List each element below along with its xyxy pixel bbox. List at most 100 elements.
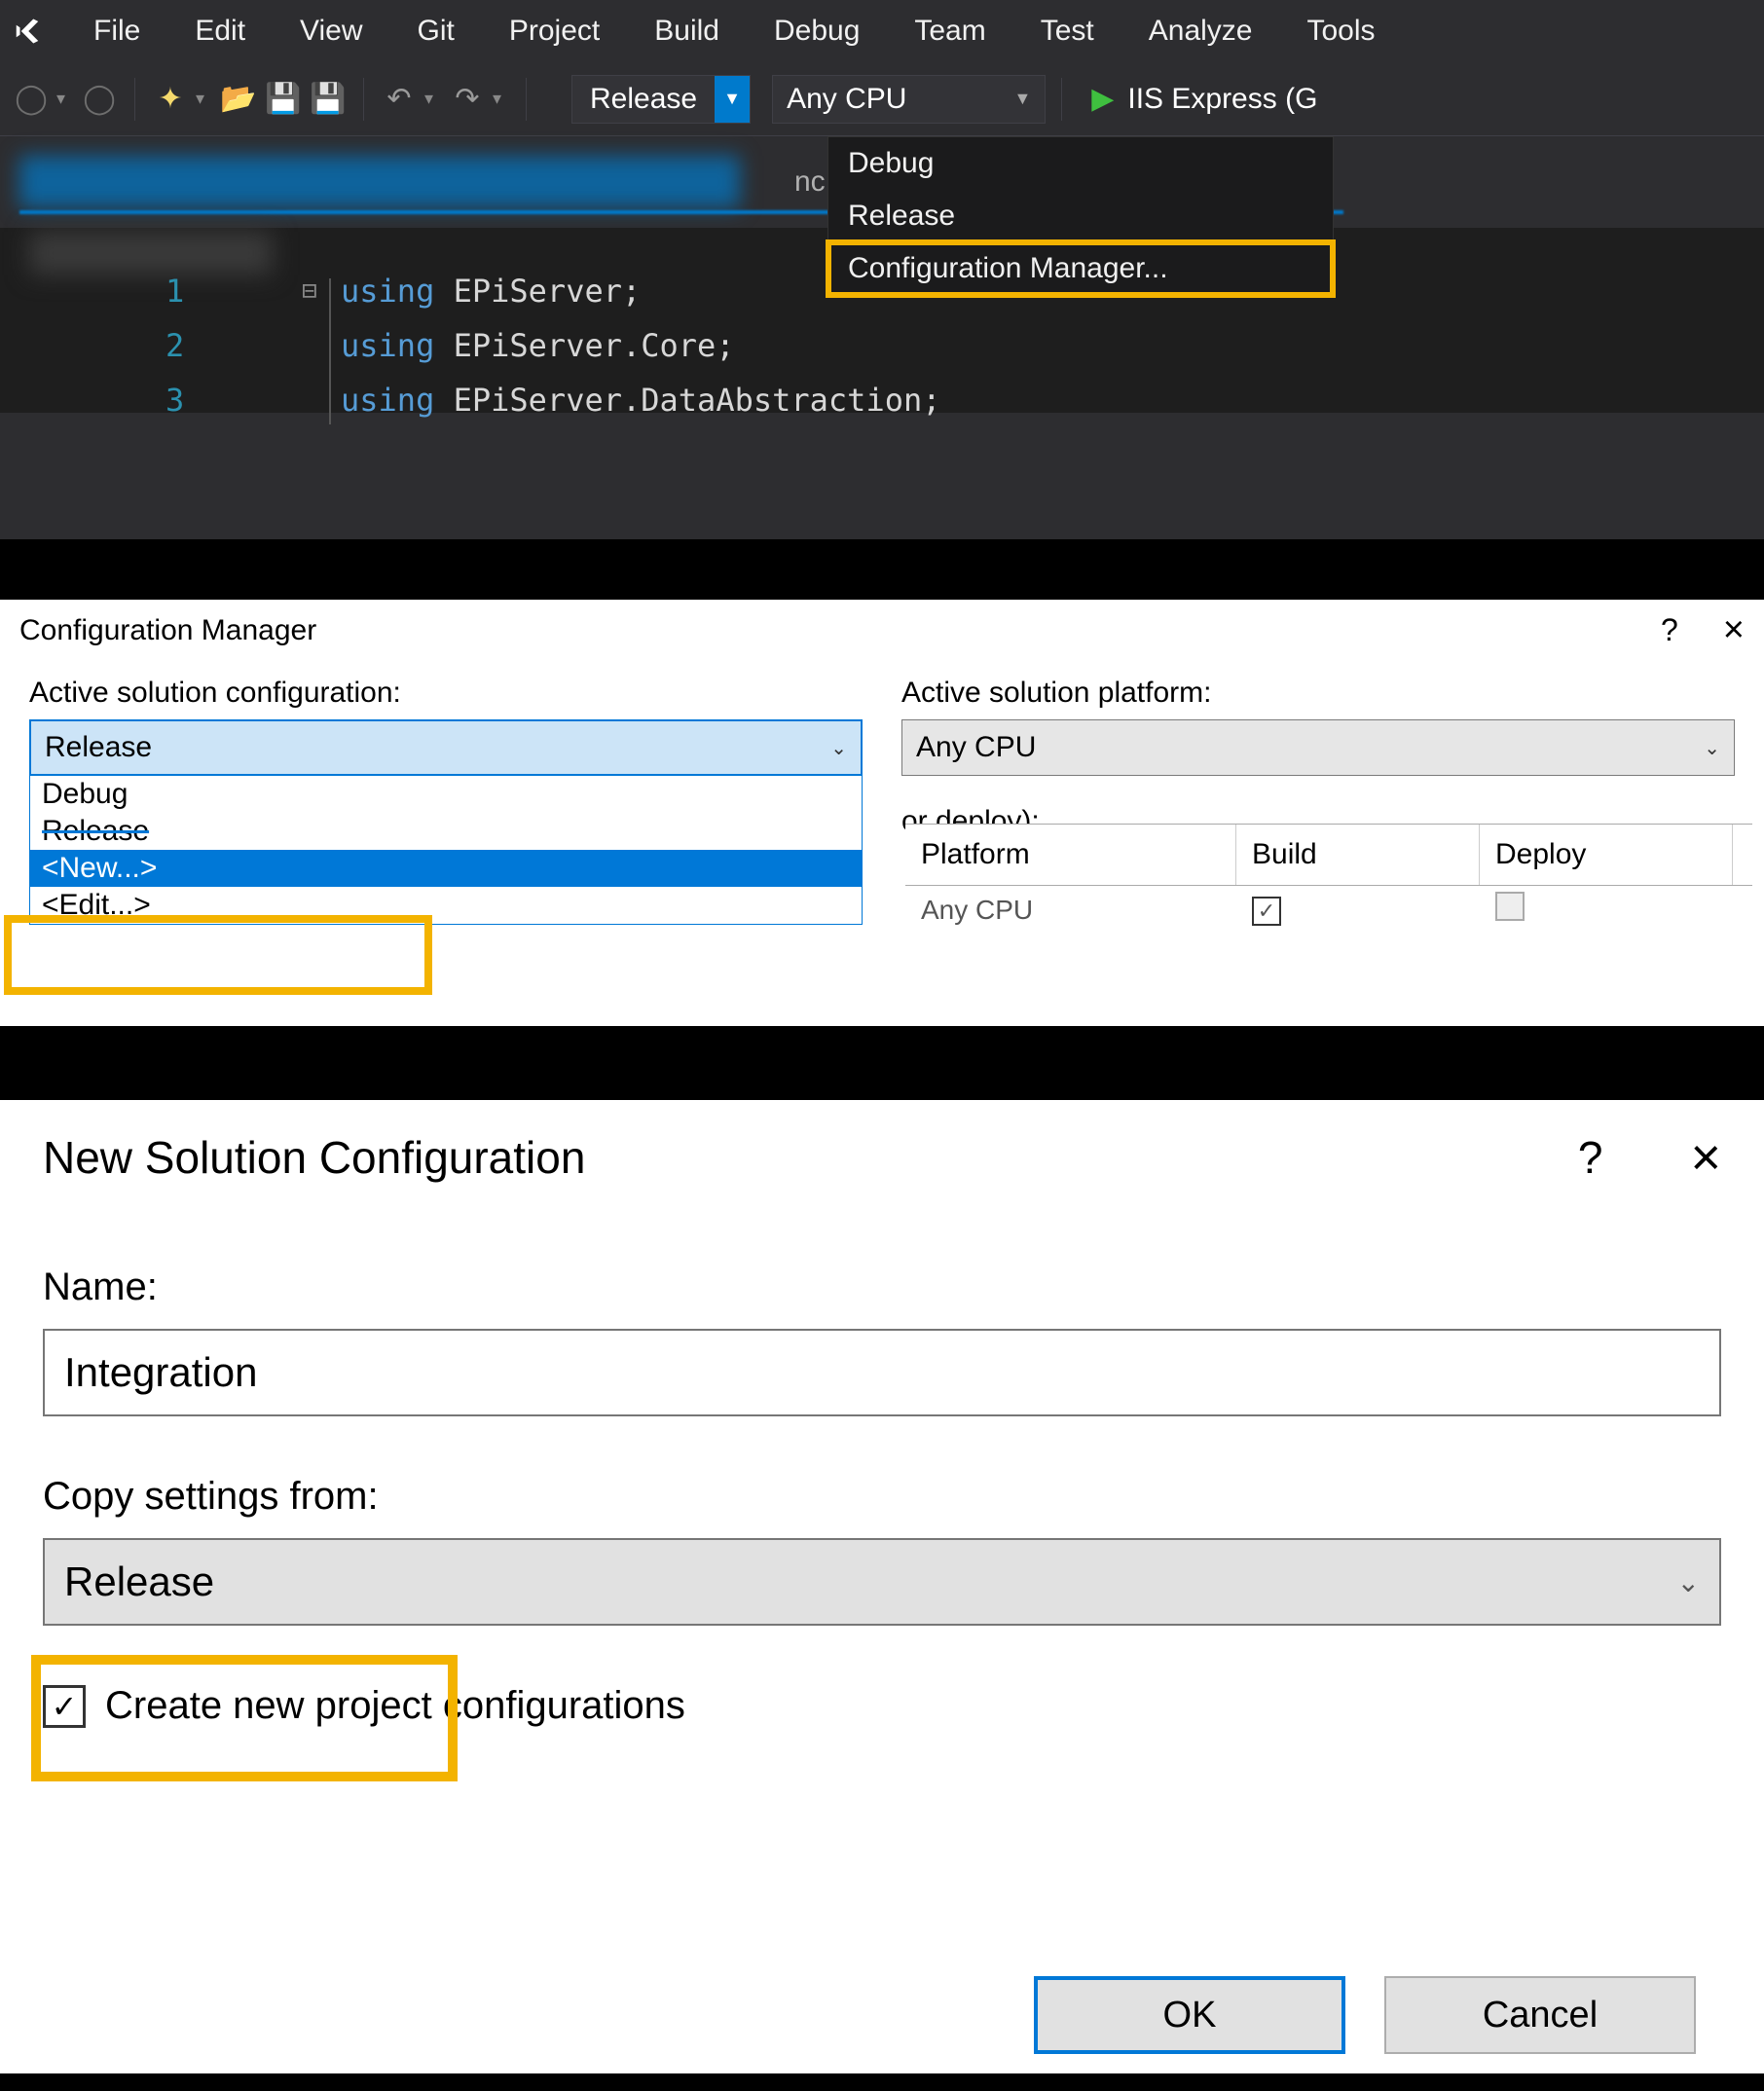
tab-fragment-text: nc xyxy=(794,165,826,199)
menu-analyze[interactable]: Analyze xyxy=(1121,7,1280,55)
name-label: Name: xyxy=(43,1266,1721,1309)
line-number: 3 xyxy=(165,382,184,436)
checkbox-checked-icon[interactable]: ✓ xyxy=(43,1685,86,1728)
vs-logo-icon xyxy=(8,12,47,51)
new-item-icon[interactable]: ✦ xyxy=(151,80,190,119)
undo-icon[interactable]: ↶ xyxy=(380,80,419,119)
code-line: using EPiServer.DataAbstraction; xyxy=(341,382,941,436)
grid-row: Any CPU ✓ xyxy=(905,886,1752,934)
menu-tools[interactable]: Tools xyxy=(1280,7,1403,55)
menu-debug[interactable]: Debug xyxy=(747,7,887,55)
code-line: using EPiServer.Core; xyxy=(341,327,941,382)
grid-cell-deploy[interactable] xyxy=(1480,886,1733,934)
menu-file[interactable]: File xyxy=(66,7,167,55)
active-config-value: Release xyxy=(45,731,152,764)
name-input[interactable] xyxy=(43,1329,1721,1416)
separator xyxy=(1061,78,1062,121)
config-list-item-new[interactable]: <New...> xyxy=(30,850,862,887)
chevron-down-icon[interactable]: ⌄ xyxy=(830,736,847,760)
separator xyxy=(134,78,135,121)
code-lines: using EPiServer; using EPiServer.Core; u… xyxy=(341,273,941,436)
solution-config-text: Release xyxy=(572,83,715,116)
save-icon[interactable]: 💾 xyxy=(264,80,303,119)
project-grid: Platform Build Deploy Any CPU ✓ xyxy=(905,824,1752,934)
menu-git[interactable]: Git xyxy=(390,7,482,55)
chevron-down-icon[interactable]: ▼ xyxy=(1013,89,1031,109)
solution-platform-text: Any CPU xyxy=(787,83,906,116)
run-target-text[interactable]: IIS Express (G xyxy=(1127,83,1317,116)
active-config-combo[interactable]: Release ⌄ xyxy=(29,719,863,776)
cancel-button[interactable]: Cancel xyxy=(1384,1976,1696,2054)
config-list-item-debug[interactable]: Debug xyxy=(30,776,862,813)
create-new-configs-label: Create new project configurations xyxy=(105,1684,685,1728)
fold-guideline xyxy=(329,278,331,424)
menu-view[interactable]: View xyxy=(273,7,389,55)
play-icon[interactable]: ▶ xyxy=(1091,82,1114,116)
solution-config-dropdown: Debug Release Configuration Manager... xyxy=(827,136,1334,296)
separator xyxy=(363,78,364,121)
line-number: 2 xyxy=(165,327,184,382)
menu-test[interactable]: Test xyxy=(1013,7,1121,55)
copy-settings-label: Copy settings from: xyxy=(43,1475,1721,1519)
help-button[interactable]: ? xyxy=(1661,612,1678,648)
dialog-titlebar: New Solution Configuration ? × xyxy=(43,1127,1721,1188)
menu-team[interactable]: Team xyxy=(887,7,1012,55)
menu-project[interactable]: Project xyxy=(482,7,627,55)
menubar: File Edit View Git Project Build Debug T… xyxy=(0,0,1764,62)
menu-edit[interactable]: Edit xyxy=(167,7,273,55)
checkbox-checked-icon[interactable]: ✓ xyxy=(1252,897,1281,926)
grid-header-build: Build xyxy=(1236,825,1480,885)
active-platform-label: Active solution platform: xyxy=(901,677,1735,710)
close-icon[interactable]: × xyxy=(1690,1127,1721,1188)
fold-toggle-icon[interactable]: ⊟ xyxy=(302,276,317,306)
new-solution-configuration-dialog: New Solution Configuration ? × Name: Cop… xyxy=(0,1100,1764,2073)
chevron-down-icon[interactable]: ▼ xyxy=(715,76,750,123)
save-all-icon[interactable]: 💾 xyxy=(309,80,348,119)
config-list-item-release[interactable]: Release xyxy=(30,813,862,850)
grid-header: Platform Build Deploy xyxy=(905,824,1752,886)
menu-build[interactable]: Build xyxy=(627,7,747,55)
active-platform-value: Any CPU xyxy=(916,731,1036,764)
active-platform-combo[interactable]: Any CPU ⌄ xyxy=(901,719,1735,776)
dropdown-item-config-manager[interactable]: Configuration Manager... xyxy=(828,242,1333,295)
help-button[interactable]: ? xyxy=(1578,1131,1603,1184)
active-config-label: Active solution configuration: xyxy=(29,677,863,710)
line-number: 1 xyxy=(165,273,184,327)
separator xyxy=(526,78,527,121)
nav-back-icon[interactable]: ◯ xyxy=(12,80,51,119)
configuration-manager-dialog: Configuration Manager ? × Active solutio… xyxy=(0,600,1764,1026)
create-new-configs-row[interactable]: ✓ Create new project configurations xyxy=(43,1684,1721,1728)
chevron-down-icon[interactable]: ⌄ xyxy=(1704,736,1720,760)
copy-settings-value: Release xyxy=(64,1559,214,1605)
dialog-button-row: OK Cancel xyxy=(1034,1976,1696,2054)
breadcrumb-blurred xyxy=(29,232,273,275)
grid-cell-platform[interactable]: Any CPU xyxy=(905,889,1236,932)
line-number-gutter: 1 2 3 xyxy=(165,273,184,436)
checkbox-empty-icon[interactable] xyxy=(1495,892,1525,921)
dropdown-item-debug[interactable]: Debug xyxy=(828,137,1333,190)
solution-config-combo[interactable]: Release ▼ xyxy=(571,75,751,124)
config-list-item-edit[interactable]: <Edit...> xyxy=(30,887,862,924)
grid-header-platform: Platform xyxy=(905,825,1236,885)
nav-forward-icon[interactable]: ◯ xyxy=(80,80,119,119)
grid-header-deploy: Deploy xyxy=(1480,825,1733,885)
ok-button[interactable]: OK xyxy=(1034,1976,1345,2054)
copy-settings-combo[interactable]: Release ⌄ xyxy=(43,1538,1721,1626)
redo-icon[interactable]: ↷ xyxy=(448,80,487,119)
dialog-title: New Solution Configuration xyxy=(43,1131,585,1184)
dropdown-item-release[interactable]: Release xyxy=(828,190,1333,242)
open-folder-icon[interactable]: 📂 xyxy=(219,80,258,119)
redo-dd-icon[interactable]: ▾ xyxy=(493,89,510,109)
dialog-titlebar: Configuration Manager ? × xyxy=(0,600,1764,661)
nav-back-dd-icon[interactable]: ▾ xyxy=(56,89,74,109)
undo-dd-icon[interactable]: ▾ xyxy=(424,89,442,109)
dialog-title: Configuration Manager xyxy=(19,614,316,647)
chevron-down-icon[interactable]: ⌄ xyxy=(1677,1566,1700,1598)
new-item-dd-icon[interactable]: ▾ xyxy=(196,89,213,109)
toolbar: ◯ ▾ ◯ ✦ ▾ 📂 💾 💾 ↶ ▾ ↷ ▾ Release ▼ Any CP… xyxy=(0,62,1764,136)
solution-platform-combo[interactable]: Any CPU ▼ xyxy=(772,75,1046,124)
grid-cell-build[interactable]: ✓ xyxy=(1236,888,1480,932)
active-tab-blurred[interactable] xyxy=(19,156,740,208)
close-icon[interactable]: × xyxy=(1723,609,1745,651)
visual-studio-top-panel: File Edit View Git Project Build Debug T… xyxy=(0,0,1764,539)
